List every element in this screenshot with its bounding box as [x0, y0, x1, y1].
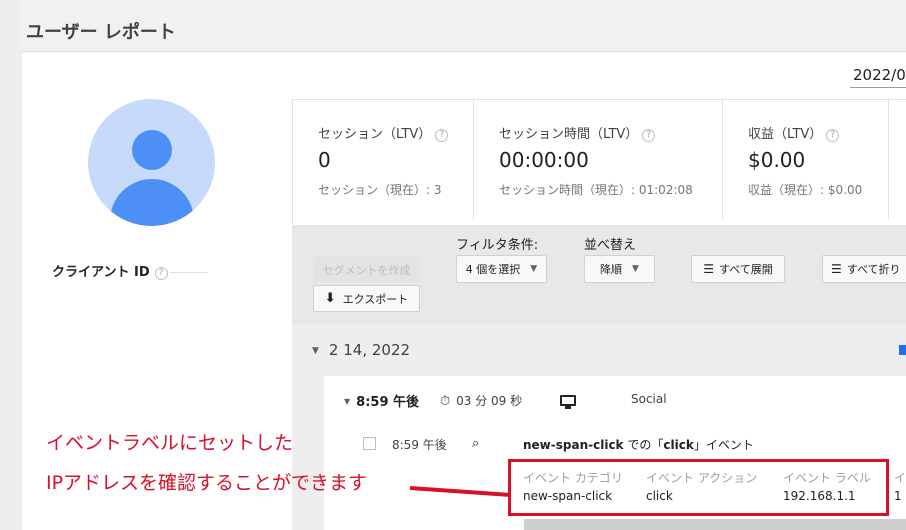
metric-sub-revenue: 収益（現在）: $0.00	[748, 183, 863, 197]
metric-value-session-time: 00:00:00	[499, 148, 589, 172]
metric-label-sessions: セッション（LTV）?	[318, 123, 449, 142]
left-nav-strip	[0, 0, 22, 530]
desktop-icon	[560, 395, 576, 406]
date-group-label: 2 14, 2022	[328, 341, 411, 359]
metric-divider	[722, 99, 723, 219]
event-checkbox[interactable]	[363, 437, 376, 450]
collapse-all-button[interactable]: ☰ すべて折り	[822, 255, 906, 283]
event-title: new-span-click での「click」イベント	[523, 436, 754, 453]
session-duration-text: 03 分 09 秒	[456, 394, 523, 408]
avatar-head	[132, 130, 172, 170]
metric-sub-session-time: セッション時間（現在）: 01:02:08	[499, 183, 693, 197]
date-group-header[interactable]: ▼ 2 14, 2022	[312, 341, 410, 359]
session-channel: Social	[631, 392, 667, 406]
avatar-icon	[88, 99, 215, 226]
event-column-header: イ	[894, 471, 906, 485]
metric-label-text: 収益（LTV）	[748, 127, 823, 142]
metric-divider	[888, 99, 889, 219]
session-time: 8:59 午後	[356, 395, 420, 410]
expand-all-button[interactable]: ☰ すべて展開	[691, 255, 785, 283]
session-header[interactable]: ▼ 8:59 午後	[344, 391, 419, 410]
client-id-value	[170, 272, 208, 273]
metric-divider	[473, 99, 474, 219]
sort-select[interactable]: 降順 ▼	[584, 255, 655, 283]
chevron-down-icon: ▼	[530, 264, 538, 274]
collapse-all-label: すべて折り	[846, 263, 901, 276]
expand-all-label: すべて展開	[718, 263, 773, 276]
metric-label-session-time: セッション時間（LTV）?	[499, 123, 656, 142]
stopwatch-icon: ⏱	[440, 394, 451, 409]
desktop-icon-stand	[565, 406, 571, 409]
metric-sub-sessions: セッション（現在）: 3	[318, 183, 442, 197]
filter-value: 4 個を選択	[465, 263, 521, 276]
filter-select[interactable]: 4 個を選択 ▼	[456, 255, 547, 283]
metric-value-revenue: $0.00	[748, 148, 806, 172]
filter-label: フィルタ条件:	[456, 238, 539, 253]
client-id-label: クライアント ID?	[52, 261, 168, 280]
session-duration: ⏱ 03 分 09 秒	[440, 392, 522, 409]
page-title: ユーザー レポート	[26, 22, 176, 43]
event-title-end: 」イベント	[693, 438, 754, 452]
sort-value: 降順	[600, 263, 623, 276]
date-range-picker[interactable]: 2022/0	[850, 62, 906, 88]
chevron-down-icon: ▼	[632, 264, 639, 274]
metric-label-revenue: 収益（LTV）?	[748, 123, 840, 142]
metric-value-sessions: 0	[318, 148, 331, 172]
annotation-text-line2: IPアドレスを確認することができます	[46, 472, 368, 494]
help-icon[interactable]: ?	[642, 129, 656, 142]
event-title-action: click	[663, 438, 694, 452]
event-title-mid: での「	[623, 438, 664, 452]
annotation-highlight-box	[508, 459, 889, 516]
flag-icon	[899, 345, 906, 355]
event-detail-bar	[524, 519, 906, 530]
metric-label-text: セッション（LTV）	[318, 127, 432, 142]
event-time: 8:59 午後	[392, 438, 447, 452]
export-label: エクスポート	[342, 292, 409, 306]
list-icon: ☰	[831, 262, 842, 276]
help-icon[interactable]: ?	[435, 129, 449, 142]
chevron-down-icon: ▼	[344, 397, 351, 406]
client-id-text: クライアント ID	[52, 265, 150, 280]
event-column-value: 1	[894, 489, 902, 503]
help-icon[interactable]: ?	[826, 129, 840, 142]
expand-icon: ☰	[703, 262, 714, 276]
export-button[interactable]: ⬇ エクスポート	[313, 285, 420, 312]
create-segment-button[interactable]: セグメントを作成	[313, 257, 420, 282]
metric-label-text: セッション時間（LTV）	[499, 127, 639, 142]
metrics-panel	[292, 99, 906, 225]
click-cursor-icon: ⌕	[472, 436, 480, 451]
chevron-down-icon: ▼	[312, 346, 319, 356]
help-icon[interactable]: ?	[154, 267, 168, 280]
sort-label: 並べ替え	[584, 238, 637, 253]
avatar-body	[110, 179, 194, 226]
annotation-text-line1: イベントラベルにセットした	[46, 432, 294, 454]
download-icon: ⬇	[324, 291, 336, 306]
event-title-name: new-span-click	[523, 438, 624, 452]
